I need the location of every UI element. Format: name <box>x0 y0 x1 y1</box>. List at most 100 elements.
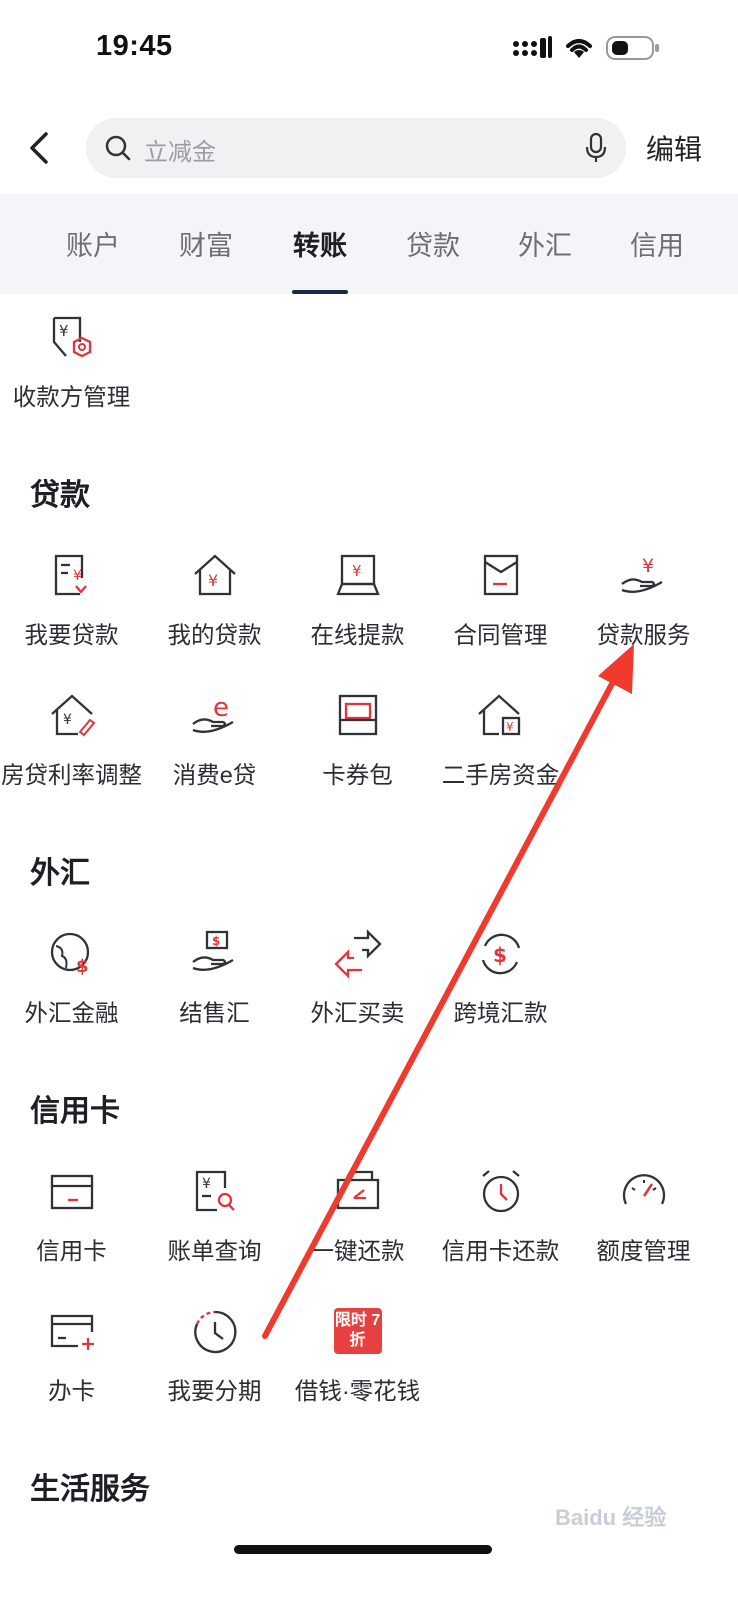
grid-item-limit-manage[interactable]: 额度管理 <box>572 1166 715 1296</box>
loan-service-label: 贷款服务 <box>596 622 691 648</box>
online-withdraw-icon: ¥ <box>335 554 380 596</box>
grid-item-borrow-pocket-money[interactable]: 限时 7折 借钱·零花钱 <box>286 1306 429 1436</box>
tab-forex[interactable]: 外汇 <box>500 224 590 263</box>
microphone-icon[interactable] <box>584 132 608 164</box>
contract-label: 合同管理 <box>453 622 548 648</box>
svg-text:e: e <box>213 693 229 723</box>
second-hand-house-label: 二手房资金 <box>441 762 560 788</box>
loan-apply-label: 我要贷款 <box>24 622 119 648</box>
grid-item-card-repay[interactable]: 信用卡还款 <box>429 1166 572 1296</box>
bill-query-label: 账单查询 <box>167 1238 262 1264</box>
grid-item-coupon-wallet[interactable]: 卡券包 <box>286 690 429 820</box>
limit-gauge-icon <box>622 1174 665 1205</box>
grid-item-one-click-repay[interactable]: 一键还款 <box>286 1166 429 1296</box>
grid-item-second-hand-house[interactable]: ¥ 二手房资金 <box>429 690 572 820</box>
forex-trade-icon <box>333 929 382 979</box>
bill-query-icon: ¥ <box>195 1170 235 1212</box>
category-tabs: 账户 财富 转账 贷款 外汇 信用 <box>0 194 738 294</box>
cellular-signal-icon <box>513 36 552 58</box>
battery-icon <box>606 36 659 60</box>
tab-loan[interactable]: 贷款 <box>388 224 478 263</box>
contract-icon <box>483 554 518 596</box>
svg-text:$: $ <box>76 956 89 977</box>
exchange-settlement-label: 结售汇 <box>179 1000 250 1026</box>
credit-card-icon <box>50 1174 93 1210</box>
tab-transfer[interactable]: 转账 <box>275 224 365 263</box>
limit-manage-label: 额度管理 <box>596 1238 691 1264</box>
status-bar: 19:45 <box>0 0 738 100</box>
mortgage-rate-icon: ¥ <box>50 694 95 737</box>
mortgage-rate-label: 房贷利率调整 <box>1 762 142 788</box>
forex-finance-label: 外汇金融 <box>24 1000 119 1026</box>
svg-text:¥: ¥ <box>506 720 514 734</box>
my-loan-label: 我的贷款 <box>167 622 262 648</box>
tab-credit[interactable]: 信用 <box>612 224 702 263</box>
card-repay-icon <box>481 1170 520 1213</box>
apply-card-icon <box>50 1314 94 1350</box>
search-icon <box>105 135 131 161</box>
edit-button[interactable]: 编辑 <box>646 128 702 168</box>
apply-card-label: 办卡 <box>48 1378 95 1404</box>
exchange-settlement-icon: $ <box>191 930 234 971</box>
svg-text:¥: ¥ <box>208 571 218 590</box>
one-click-repay-icon <box>336 1170 379 1210</box>
grid-item-exchange-settlement[interactable]: $ 结售汇 <box>143 928 286 1058</box>
search-placeholder: 立减金 <box>144 139 216 166</box>
coupon-wallet-label: 卡券包 <box>322 762 393 788</box>
svg-text:¥: ¥ <box>63 712 72 728</box>
grid-item-forex-trade[interactable]: 外汇买卖 <box>286 928 429 1058</box>
payee-manage-label: 收款方管理 <box>12 384 131 410</box>
installment-icon <box>193 1310 236 1354</box>
grid-item-credit-card[interactable]: 信用卡 <box>0 1166 143 1296</box>
cross-border-icon: $ <box>481 933 520 975</box>
back-arrow-icon[interactable] <box>22 128 58 168</box>
svg-text:¥: ¥ <box>352 562 362 580</box>
promo-badge: 限时 7折 <box>333 1308 382 1354</box>
credit-card-label: 信用卡 <box>36 1238 107 1264</box>
section-title-loan: 贷款 <box>30 479 90 512</box>
tab-account[interactable]: 账户 <box>48 224 138 263</box>
grid-item-loan-apply[interactable]: ¥ 我要贷款 <box>0 550 143 680</box>
wifi-icon <box>566 39 592 58</box>
second-hand-house-icon: ¥ <box>477 694 520 736</box>
forex-trade-label: 外汇买卖 <box>310 1000 405 1026</box>
card-repay-label: 信用卡还款 <box>441 1238 560 1264</box>
one-click-repay-label: 一键还款 <box>310 1238 405 1264</box>
tab-wealth[interactable]: 财富 <box>161 224 251 263</box>
payee-manage-icon: ¥ <box>52 316 91 358</box>
svg-text:¥: ¥ <box>642 555 654 577</box>
grid-item-payee-manage[interactable]: ¥ 收款方管理 <box>0 312 143 442</box>
svg-text:$: $ <box>493 943 507 967</box>
online-withdraw-label: 在线提款 <box>310 622 405 648</box>
active-tab-indicator <box>292 290 348 294</box>
grid-item-installment[interactable]: 我要分期 <box>143 1306 286 1436</box>
section-title-credit: 信用卡 <box>30 1095 120 1128</box>
coupon-wallet-icon <box>338 694 377 736</box>
grid-item-contract[interactable]: 合同管理 <box>429 550 572 680</box>
svg-text:¥: ¥ <box>202 1176 211 1192</box>
my-loan-icon: ¥ <box>193 554 236 596</box>
svg-text:¥: ¥ <box>59 322 69 340</box>
grid-item-mortgage-rate[interactable]: ¥ 房贷利率调整 <box>0 690 143 820</box>
section-title-life: 生活服务 <box>30 1473 150 1506</box>
grid-item-apply-card[interactable]: 办卡 <box>0 1306 143 1436</box>
home-indicator <box>234 1545 492 1554</box>
grid-item-forex-finance[interactable]: $ 外汇金融 <box>0 928 143 1058</box>
svg-text:$: $ <box>212 934 220 948</box>
search-bar[interactable]: 立减金 <box>86 118 626 178</box>
watermark: Baidu 经验 <box>555 1505 667 1530</box>
loan-apply-icon: ¥ <box>54 554 87 596</box>
grid-item-consumer-loan[interactable]: e 消费e贷 <box>143 690 286 820</box>
consumer-loan-label: 消费e贷 <box>172 762 257 788</box>
forex-finance-icon: $ <box>50 932 89 977</box>
installment-label: 我要分期 <box>167 1378 262 1404</box>
grid-item-cross-border[interactable]: $ 跨境汇款 <box>429 928 572 1058</box>
borrow-pocket-money-label: 借钱·零花钱 <box>294 1378 421 1404</box>
grid-item-bill-query[interactable]: ¥ 账单查询 <box>143 1166 286 1296</box>
status-time: 19:45 <box>96 30 173 62</box>
loan-service-icon: ¥ <box>620 555 663 593</box>
cross-border-label: 跨境汇款 <box>453 1000 548 1026</box>
grid-item-my-loan[interactable]: ¥ 我的贷款 <box>143 550 286 680</box>
grid-item-online-withdraw[interactable]: ¥ 在线提款 <box>286 550 429 680</box>
grid-item-loan-service[interactable]: ¥ 贷款服务 <box>572 550 715 680</box>
